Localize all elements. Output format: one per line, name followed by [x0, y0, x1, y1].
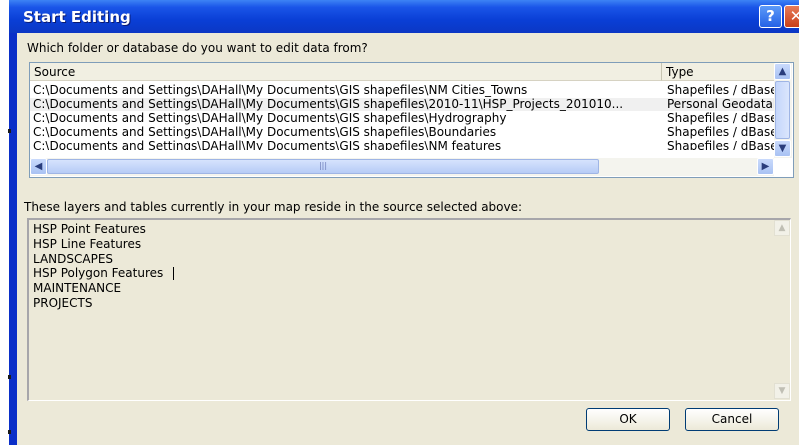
source-path: C:\Documents and Settings\DAHall\My Docu… [33, 84, 528, 97]
source-list-vertical-scrollbar[interactable]: ▲ ▼ [774, 63, 792, 158]
source-list[interactable]: Source Type C:\Documents and Settings\DA… [29, 62, 794, 178]
scroll-left-arrow-icon[interactable]: ◀ [30, 158, 47, 175]
layer-item: PROJECTS [33, 296, 93, 310]
layer-item: HSP Point Features [33, 222, 146, 236]
scroll-down-arrow-icon[interactable]: ▼ [774, 383, 790, 399]
scroll-up-arrow-icon[interactable]: ▲ [774, 63, 791, 80]
layers-vertical-scrollbar[interactable]: ▲ ▼ [774, 220, 791, 400]
source-row[interactable]: C:\Documents and Settings\DAHall\My Docu… [30, 112, 774, 125]
column-header-type[interactable]: Type [662, 63, 774, 81]
vertical-scroll-thumb[interactable] [775, 81, 790, 139]
help-button[interactable]: ? [759, 5, 782, 28]
edge-marker [8, 430, 11, 434]
source-type: Shapefiles / dBase [667, 112, 774, 125]
layers-description-label: These layers and tables currently in you… [24, 200, 523, 214]
close-button[interactable]: ✕ [784, 5, 799, 28]
source-row[interactable]: C:\Documents and Settings\DAHall\My Docu… [30, 84, 774, 97]
scroll-down-arrow-icon[interactable]: ▼ [774, 140, 791, 157]
layer-item: HSP Line Features [33, 237, 142, 251]
scroll-up-arrow-icon[interactable]: ▲ [774, 220, 790, 236]
source-row[interactable]: C:\Documents and Settings\DAHall\My Docu… [30, 140, 774, 150]
text-cursor [173, 267, 174, 280]
source-path: C:\Documents and Settings\DAHall\My Docu… [33, 140, 502, 150]
source-type: Shapefiles / dBase [667, 84, 774, 97]
layers-list[interactable]: HSP Point Features HSP Line Features LAN… [27, 218, 791, 401]
ok-button[interactable]: OK [586, 408, 670, 431]
title-bar[interactable]: Start Editing ? ✕ [9, 0, 799, 33]
source-type: Shapefiles / dBase [667, 126, 774, 139]
source-path: C:\Documents and Settings\DAHall\My Docu… [33, 112, 507, 125]
layer-item: HSP Polygon Features [33, 266, 164, 280]
edge-marker [8, 129, 11, 133]
edge-marker [8, 375, 11, 379]
source-path: C:\Documents and Settings\DAHall\My Docu… [33, 98, 624, 111]
source-type: Personal Geodatabase [667, 98, 774, 111]
cancel-button[interactable]: Cancel [685, 408, 779, 431]
source-prompt-label: Which folder or database do you want to … [27, 41, 368, 55]
layer-item: LANDSCAPES [33, 252, 114, 266]
source-list-horizontal-scrollbar[interactable]: ◀ ||| ▶ [30, 158, 774, 176]
layer-item: MAINTENANCE [33, 281, 122, 295]
source-path: C:\Documents and Settings\DAHall\My Docu… [33, 126, 497, 139]
window-title: Start Editing [23, 8, 131, 26]
source-type: Shapefiles / dBase [667, 140, 774, 150]
scroll-right-arrow-icon[interactable]: ▶ [757, 158, 774, 175]
source-row-selected[interactable]: C:\Documents and Settings\DAHall\My Docu… [30, 98, 774, 111]
column-header-source[interactable]: Source [30, 63, 662, 81]
source-row[interactable]: C:\Documents and Settings\DAHall\My Docu… [30, 126, 774, 139]
horizontal-scroll-thumb[interactable]: ||| [47, 159, 599, 174]
